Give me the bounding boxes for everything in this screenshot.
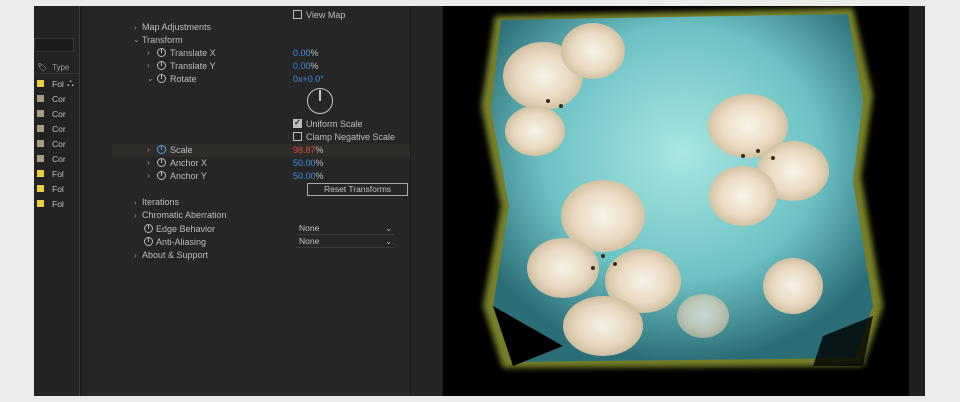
anchor-x-value[interactable]: 50.00% xyxy=(293,158,324,168)
label-color-swatch[interactable] xyxy=(37,110,44,117)
translate-x-stopwatch-icon[interactable] xyxy=(157,48,166,57)
project-item[interactable]: Cor xyxy=(34,106,80,121)
translate-y-value[interactable]: 0.00% xyxy=(293,61,319,71)
project-item[interactable]: Cor xyxy=(34,91,80,106)
project-item[interactable]: Fol xyxy=(34,196,80,211)
chevron-down-icon: ⌄ xyxy=(385,224,392,233)
label-color-swatch[interactable] xyxy=(37,125,44,132)
anchor-y-chevron-icon[interactable]: › xyxy=(147,171,150,180)
about-support-group[interactable]: About & Support xyxy=(142,250,208,260)
project-item-name: Cor xyxy=(52,109,66,119)
label-color-swatch[interactable] xyxy=(37,155,44,162)
project-item-name: Cor xyxy=(52,94,66,104)
label-color-swatch[interactable] xyxy=(37,185,44,192)
viewer-side-strip xyxy=(909,6,925,396)
view-map-checkbox[interactable] xyxy=(293,10,302,19)
project-item-name: Fol xyxy=(52,199,64,209)
flowchart-icon[interactable]: ⛬ xyxy=(67,78,74,89)
translate-y-label: Translate Y xyxy=(170,61,216,71)
project-item-name: Fol xyxy=(52,169,64,179)
label-color-swatch[interactable] xyxy=(37,140,44,147)
composition-viewer[interactable] xyxy=(443,6,909,396)
map-adjustments-group[interactable]: Map Adjustments xyxy=(142,22,211,32)
project-item[interactable]: Cor xyxy=(34,136,80,151)
project-item[interactable]: Cor xyxy=(34,121,80,136)
view-map-label: View Map xyxy=(306,10,346,20)
label-color-swatch[interactable] xyxy=(37,80,44,87)
anti-aliasing-select[interactable]: None ⌄ xyxy=(296,236,394,248)
about-support-chevron-icon[interactable]: › xyxy=(134,251,137,260)
chromatic-aberration-group[interactable]: Chromatic Aberration xyxy=(142,210,227,220)
anti-aliasing-label: Anti-Aliasing xyxy=(156,237,207,247)
clamp-negative-scale-label: Clamp Negative Scale xyxy=(306,132,396,142)
rotate-value[interactable]: 0x+0.0° xyxy=(293,74,324,84)
anchor-y-stopwatch-icon[interactable] xyxy=(157,171,166,180)
edge-behavior-select[interactable]: None ⌄ xyxy=(296,223,394,235)
rotate-chevron-down-icon[interactable]: ⌄ xyxy=(147,74,154,83)
project-search-input[interactable] xyxy=(34,38,74,52)
project-item-name: Cor xyxy=(52,154,66,164)
anti-aliasing-selected-value: None xyxy=(299,236,320,246)
iterations-group[interactable]: Iterations xyxy=(142,197,179,207)
chevron-down-icon: ⌄ xyxy=(385,237,392,246)
project-item[interactable]: Fol xyxy=(34,166,80,181)
type-column-header[interactable]: Type xyxy=(52,63,69,72)
anchor-x-label: Anchor X xyxy=(170,158,208,168)
project-item[interactable]: Cor xyxy=(34,151,80,166)
edge-behavior-selected-value: None xyxy=(299,223,320,233)
scale-chevron-icon[interactable]: › xyxy=(147,145,150,154)
scale-value[interactable]: 98.87% xyxy=(293,145,324,155)
iterations-chevron-icon[interactable]: › xyxy=(134,198,137,207)
panel-gutter xyxy=(410,6,443,396)
anchor-y-value[interactable]: 50.00% xyxy=(293,171,324,181)
translate-x-value[interactable]: 0.00% xyxy=(293,48,319,58)
label-color-swatch[interactable] xyxy=(37,95,44,102)
label-color-swatch[interactable] xyxy=(37,170,44,177)
anti-aliasing-stopwatch-icon[interactable] xyxy=(144,237,153,246)
uniform-scale-checkbox[interactable] xyxy=(293,118,302,128)
project-item[interactable]: Fol xyxy=(34,181,80,196)
project-item-name: Cor xyxy=(52,124,66,134)
rotate-label: Rotate xyxy=(170,74,197,84)
label-color-swatch[interactable] xyxy=(37,200,44,207)
project-item[interactable]: Fol ⛬ xyxy=(34,76,80,91)
edge-behavior-stopwatch-icon[interactable] xyxy=(144,224,153,233)
transform-group[interactable]: Transform xyxy=(142,35,183,45)
translate-x-chevron-icon[interactable]: › xyxy=(147,48,150,57)
project-item-name: Fol xyxy=(52,79,64,89)
project-column-header: 🏷 Type xyxy=(34,62,80,74)
anchor-y-label: Anchor Y xyxy=(170,171,207,181)
project-item-name: Fol xyxy=(52,184,64,194)
project-item-name: Cor xyxy=(52,139,66,149)
rotate-stopwatch-icon[interactable] xyxy=(157,74,166,83)
transform-chevron-down-icon[interactable]: ⌄ xyxy=(133,35,140,44)
scale-label: Scale xyxy=(170,145,193,155)
app-window: 🏷 Type Fol ⛬ Cor Cor Cor Cor Cor Fol Fol Fol View… xyxy=(34,6,925,396)
translate-y-stopwatch-icon[interactable] xyxy=(157,61,166,70)
tag-icon[interactable]: 🏷 xyxy=(37,63,47,72)
edge-behavior-label: Edge Behavior xyxy=(156,224,216,234)
map-adjustments-chevron-icon[interactable]: › xyxy=(134,23,137,32)
chromatic-aberration-chevron-icon[interactable]: › xyxy=(134,211,137,220)
rendered-flower-image xyxy=(443,6,909,396)
anchor-x-stopwatch-icon[interactable] xyxy=(157,158,166,167)
scale-stopwatch-icon[interactable] xyxy=(157,145,166,154)
reset-transforms-button[interactable]: Reset Transforms xyxy=(307,183,408,196)
uniform-scale-label: Uniform Scale xyxy=(306,119,363,129)
translate-x-label: Translate X xyxy=(170,48,216,58)
clamp-negative-scale-checkbox[interactable] xyxy=(293,132,302,141)
translate-y-chevron-icon[interactable]: › xyxy=(147,61,150,70)
project-panel: 🏷 Type Fol ⛬ Cor Cor Cor Cor Cor Fol Fol Fol xyxy=(34,6,80,396)
anchor-x-chevron-icon[interactable]: › xyxy=(147,158,150,167)
effect-controls-panel: View Map › Map Adjustments ⌄ Transform ›… xyxy=(82,6,444,396)
rotate-dial[interactable] xyxy=(307,88,333,114)
